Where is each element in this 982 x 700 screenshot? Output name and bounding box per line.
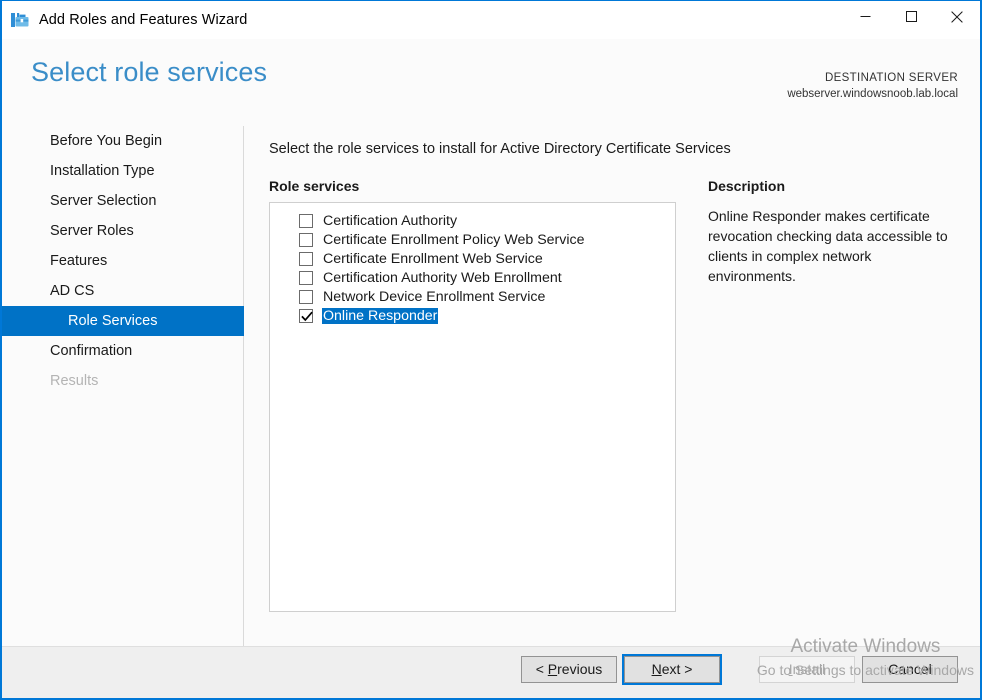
wizard-window: Add Roles and Features Wizard Select rol… (0, 0, 982, 700)
close-icon (951, 10, 963, 23)
install-label-rest: nstall (792, 661, 826, 677)
sidebar-item-label: Features (50, 253, 108, 269)
next-label-rest: ext > (661, 661, 693, 677)
role-service-checkbox[interactable] (299, 308, 313, 323)
body-area: Before You Begin Installation Type Server … (2, 126, 980, 646)
instruction-text: Select the role services to install for … (269, 141, 731, 157)
footer-bar: < Previous Next > Install Cancel (2, 646, 980, 698)
next-accel: N (651, 661, 662, 677)
role-service-checkbox[interactable] (299, 289, 313, 304)
role-service-row[interactable]: Network Device Enrollment Service (270, 287, 675, 306)
role-service-row[interactable]: Certification Authority (270, 211, 675, 230)
main-content: Select the role services to install for … (244, 126, 980, 646)
role-service-row[interactable]: Certificate Enrollment Web Service (270, 249, 675, 268)
role-service-label: Certificate Enrollment Web Service (323, 250, 543, 267)
role-service-label: Certification Authority Web Enrollment (323, 269, 562, 286)
sidebar-item-results: Results (2, 366, 243, 396)
sidebar-item-label: Before You Begin (50, 133, 163, 149)
close-button[interactable] (934, 1, 980, 32)
window-controls (842, 1, 980, 39)
previous-button[interactable]: < Previous (521, 656, 617, 683)
minimize-icon (860, 16, 870, 17)
destination-server-name: webserver.windowsnoob.lab.local (787, 87, 958, 100)
role-service-row[interactable]: Certificate Enrollment Policy Web Servic… (270, 230, 675, 249)
sidebar-item-confirmation[interactable]: Confirmation (2, 336, 243, 366)
sidebar-item-label: Server Selection (50, 193, 157, 209)
sidebar-item-ad-cs[interactable]: AD CS (2, 276, 243, 306)
description-text: Online Responder makes certificate revoc… (708, 208, 948, 284)
role-service-checkbox[interactable] (299, 213, 313, 228)
role-service-label: Network Device Enrollment Service (323, 288, 546, 305)
destination-server-block: DESTINATION SERVER webserver.windowsnoob… (787, 71, 958, 102)
role-service-row[interactable]: Certification Authority Web Enrollment (270, 268, 675, 287)
sidebar-item-label: Server Roles (50, 223, 134, 239)
sidebar-item-label: Installation Type (50, 163, 155, 179)
window-title: Add Roles and Features Wizard (39, 12, 248, 28)
page-title: Select role services (31, 57, 268, 87)
role-services-label: Role services (269, 178, 360, 194)
role-service-label: Certification Authority (323, 212, 458, 229)
sidebar-item-installation-type[interactable]: Installation Type (2, 156, 243, 186)
role-service-checkbox[interactable] (299, 232, 313, 247)
role-service-label: Online Responder (322, 307, 439, 324)
checkmark-icon (301, 311, 313, 321)
previous-accel: P (547, 661, 558, 677)
role-services-listbox[interactable]: Certification Authority Certificate Enrol… (269, 202, 676, 612)
wizard-toolbox-icon (11, 13, 29, 27)
sidebar-item-server-roles[interactable]: Server Roles (2, 216, 243, 246)
minimize-button[interactable] (842, 1, 888, 32)
sidebar-item-server-selection[interactable]: Server Selection (2, 186, 243, 216)
install-button: Install (759, 656, 855, 683)
sidebar-item-features[interactable]: Features (2, 246, 243, 276)
sidebar-item-label: AD CS (50, 283, 95, 299)
sidebar-item-label: Role Services (68, 313, 158, 329)
sidebar-item-label: Confirmation (50, 343, 133, 359)
role-service-checkbox[interactable] (299, 251, 313, 266)
role-service-label: Certificate Enrollment Policy Web Servic… (323, 231, 585, 248)
cancel-button[interactable]: Cancel (862, 656, 958, 683)
destination-server-label: DESTINATION SERVER (824, 72, 958, 84)
description-heading: Description (708, 178, 786, 194)
sidebar-item-role-services[interactable]: Role Services (2, 306, 244, 336)
page-header: Select role services DESTINATION SERVER … (2, 39, 980, 126)
maximize-icon (905, 11, 917, 22)
wizard-step-nav: Before You Begin Installation Type Server … (2, 126, 244, 646)
previous-label-rest: revious (557, 661, 603, 677)
title-bar: Add Roles and Features Wizard (2, 1, 980, 39)
role-service-checkbox[interactable] (299, 270, 313, 285)
role-service-row[interactable]: Online Responder (270, 306, 675, 325)
sidebar-item-before-you-begin[interactable]: Before You Begin (2, 126, 243, 156)
next-button[interactable]: Next > (622, 654, 722, 685)
maximize-button[interactable] (888, 1, 934, 32)
sidebar-item-label: Results (50, 373, 99, 389)
